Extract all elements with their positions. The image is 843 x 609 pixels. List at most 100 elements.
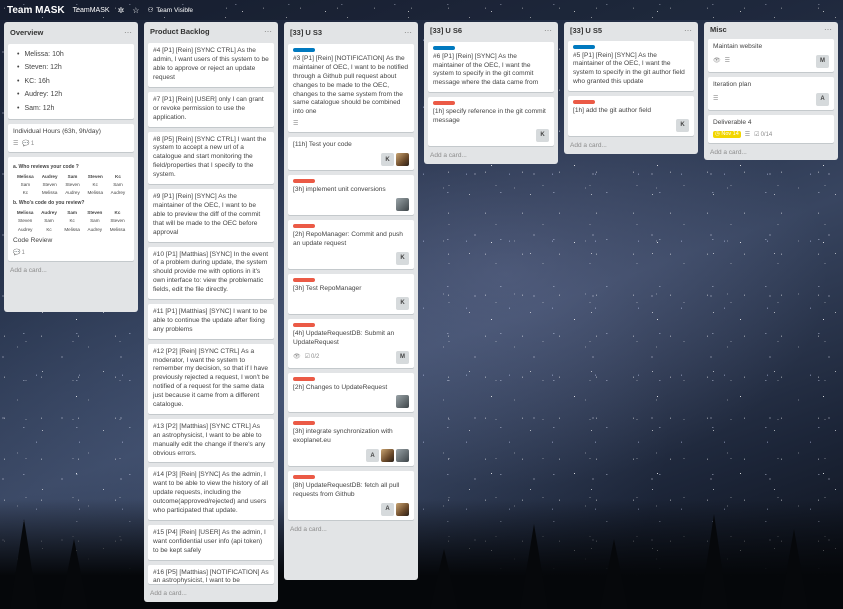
task-card[interactable]: [1h] specify reference in the git commit…: [428, 97, 554, 146]
eye-icon: 👁: [293, 354, 301, 361]
list-title[interactable]: Misc: [710, 25, 727, 34]
list-menu-icon[interactable]: ⋯: [824, 25, 832, 34]
star-icon[interactable]: ☆: [132, 6, 139, 15]
list-menu-icon[interactable]: ⋯: [404, 28, 412, 37]
add-card-link[interactable]: Add a card...: [8, 261, 134, 275]
story-card[interactable]: #5 [P1] [Rein] [SYNC] As the maintainer …: [568, 40, 694, 92]
card-team-hours[interactable]: • Melissa: 10h • Steven: 12h • KC: 16h • Aud…: [8, 44, 134, 120]
backlog-card[interactable]: #16 [P5] [Matthias] [NOTIFICATION] As an…: [148, 564, 274, 584]
avatar[interactable]: K: [396, 296, 409, 310]
avatar[interactable]: K: [676, 119, 689, 132]
task-card[interactable]: [3h] Test RepoManager K: [288, 273, 414, 314]
list-title[interactable]: Overview: [10, 28, 43, 37]
list-title[interactable]: [33] U S6: [430, 26, 462, 35]
avatar[interactable]: [396, 503, 409, 517]
visibility-label: Team Visible: [156, 6, 194, 14]
avatar[interactable]: [396, 198, 409, 212]
backlog-card[interactable]: #11 [P1] [Matthias] [SYNC] I want to be …: [148, 303, 274, 339]
board-header: Team MASK TeamMASK ✲ ☆ ⚇ Team Visible: [0, 0, 843, 20]
card-individual-hours[interactable]: Individual Hours (63h, 9h/day) ☰ 💬 1: [8, 124, 134, 153]
list-menu-icon[interactable]: ⋯: [684, 26, 692, 35]
checklist-icon: ☑: [304, 354, 311, 361]
backlog-card[interactable]: #10 [P1] [Matthias] [SYNC] In the event …: [148, 246, 274, 299]
card-title: Deliverable 4: [713, 118, 752, 126]
list-menu-icon[interactable]: ⋯: [264, 27, 272, 36]
avatar[interactable]: A: [816, 92, 829, 106]
add-card-link[interactable]: Add a card...: [568, 136, 694, 150]
task-card[interactable]: [2h] RepoManager: Commit and push an upd…: [288, 220, 414, 269]
card-title: Iteration plan: [713, 80, 752, 88]
backlog-card[interactable]: #14 [P3] [Rein] [SYNC] As the admin, I w…: [148, 467, 274, 520]
list-title[interactable]: [33] U S5: [570, 26, 602, 35]
list-item: • Steven: 12h: [17, 64, 62, 72]
visibility-button[interactable]: ⚇ Team Visible: [147, 6, 194, 15]
eye-icon: 👁: [713, 58, 721, 65]
description-icon: ☰: [293, 121, 299, 128]
list-header: [33] U S6 ⋯: [428, 25, 554, 37]
avatar[interactable]: A: [381, 503, 394, 517]
backlog-card[interactable]: #12 [P2] [Rein] [SYNC CTRL] As a moderat…: [148, 343, 274, 414]
add-card-link[interactable]: Add a card...: [708, 143, 834, 157]
add-card-link[interactable]: Add a card...: [428, 146, 554, 160]
card-title: [3h] integrate synchronization with exop…: [293, 428, 393, 445]
list-item: • Audrey: 12h: [17, 91, 63, 99]
comment-icon: 💬: [22, 141, 30, 148]
list-us5: [33] U S5 ⋯ #5 [P1] [Rein] [SYNC] As the…: [564, 22, 698, 154]
list-title[interactable]: [33] U S3: [290, 28, 322, 37]
list-overview: Overview ⋯ • Melissa: 10h • Steven: 12h • K…: [4, 22, 138, 312]
list-menu-icon[interactable]: ⋯: [124, 28, 132, 37]
avatar[interactable]: [381, 449, 394, 463]
backlog-card[interactable]: #15 [P4] [Rein] [USER] As the admin, I w…: [148, 524, 274, 560]
backlog-card[interactable]: #4 [P1] [Rein] [SYNC CTRL] As the admin,…: [148, 43, 274, 87]
card-title: [8h] UpdateRequestDB: fetch all pull req…: [293, 482, 400, 499]
label-blue: [573, 44, 595, 49]
avatar[interactable]: [396, 449, 409, 463]
task-card[interactable]: [8h] UpdateRequestDB: fetch all pull req…: [288, 471, 414, 521]
task-card[interactable]: [2h] Changes to UpdateRequest: [288, 372, 414, 413]
list-item: • KC: 16h: [17, 77, 50, 85]
add-card-link[interactable]: Add a card...: [288, 520, 414, 534]
backlog-card[interactable]: #8 [P5] [Rein] [SYNC CTRL] I want the sy…: [148, 131, 274, 185]
board-title[interactable]: Team MASK: [7, 5, 65, 16]
avatar[interactable]: K: [396, 251, 409, 265]
avatar[interactable]: [396, 153, 409, 167]
card-title: #6 [P1] [Rein] [SYNC] As the maintainer …: [433, 52, 539, 87]
org-gear-icon[interactable]: ✲: [118, 6, 125, 15]
task-card[interactable]: [4h] UpdateRequestDB: Submit an UpdateRe…: [288, 318, 414, 368]
card-title: [1h] specify reference in the git commit…: [433, 108, 546, 125]
avatar[interactable]: M: [816, 54, 829, 68]
misc-card[interactable]: Iteration plan ☰ A: [708, 76, 834, 110]
task-card[interactable]: [11h] Test your code K: [288, 137, 414, 171]
who-table-title: b. Who's code do you review?: [13, 200, 85, 207]
backlog-card[interactable]: #9 [P1] [Rein] [SYNC] As the maintainer …: [148, 189, 274, 242]
list-title[interactable]: Product Backlog: [150, 27, 210, 36]
backlog-card[interactable]: #13 [P2] [Matthias] [SYNC CTRL] As an as…: [148, 418, 274, 463]
clock-icon: ◷: [715, 131, 720, 137]
backlog-card[interactable]: #7 [P1] [Rein] [USER] only I can grant o…: [148, 91, 274, 127]
card-title: [1h] add the git author field: [573, 107, 652, 115]
label-red: [293, 421, 315, 426]
task-card[interactable]: [3h] integrate synchronization with exop…: [288, 417, 414, 467]
misc-card[interactable]: Deliverable 4 ◷ Nov 14 ☰ ☑ 0/14: [708, 114, 834, 143]
misc-card[interactable]: Maintain website 👁 ☰ M: [708, 39, 834, 72]
list-menu-icon[interactable]: ⋯: [544, 26, 552, 35]
task-card[interactable]: [1h] add the git author field K: [568, 96, 694, 136]
story-card[interactable]: #3 [P1] [Rein] [NOTIFICATION] As the mai…: [288, 44, 414, 133]
card-title: [11h] Test your code: [293, 141, 352, 149]
card-code-review[interactable]: a. Who reviews your code ? Melissa Audrey…: [8, 157, 134, 261]
story-card[interactable]: #6 [P1] [Rein] [SYNC] As the maintainer …: [428, 41, 554, 93]
avatar[interactable]: [396, 395, 409, 409]
label-red: [293, 277, 315, 282]
avatar[interactable]: K: [381, 153, 394, 167]
org-name-link[interactable]: TeamMASK: [73, 7, 110, 14]
task-card[interactable]: [3h] implement unit conversions: [288, 175, 414, 216]
avatar[interactable]: A: [366, 449, 379, 463]
list-item: • Melissa: 10h: [17, 51, 64, 58]
list-header: [33] U S3 ⋯: [288, 25, 414, 39]
avatar[interactable]: M: [396, 350, 409, 364]
comment-badge: 💬 1: [22, 141, 35, 148]
who-table: Melissa Audrey Sam Steven Kc Steven Sam Kc Sam S…: [16, 210, 126, 232]
add-card-link[interactable]: Add a card...: [148, 584, 274, 598]
avatar[interactable]: K: [536, 129, 549, 142]
comment-icon: 💬: [13, 249, 21, 256]
